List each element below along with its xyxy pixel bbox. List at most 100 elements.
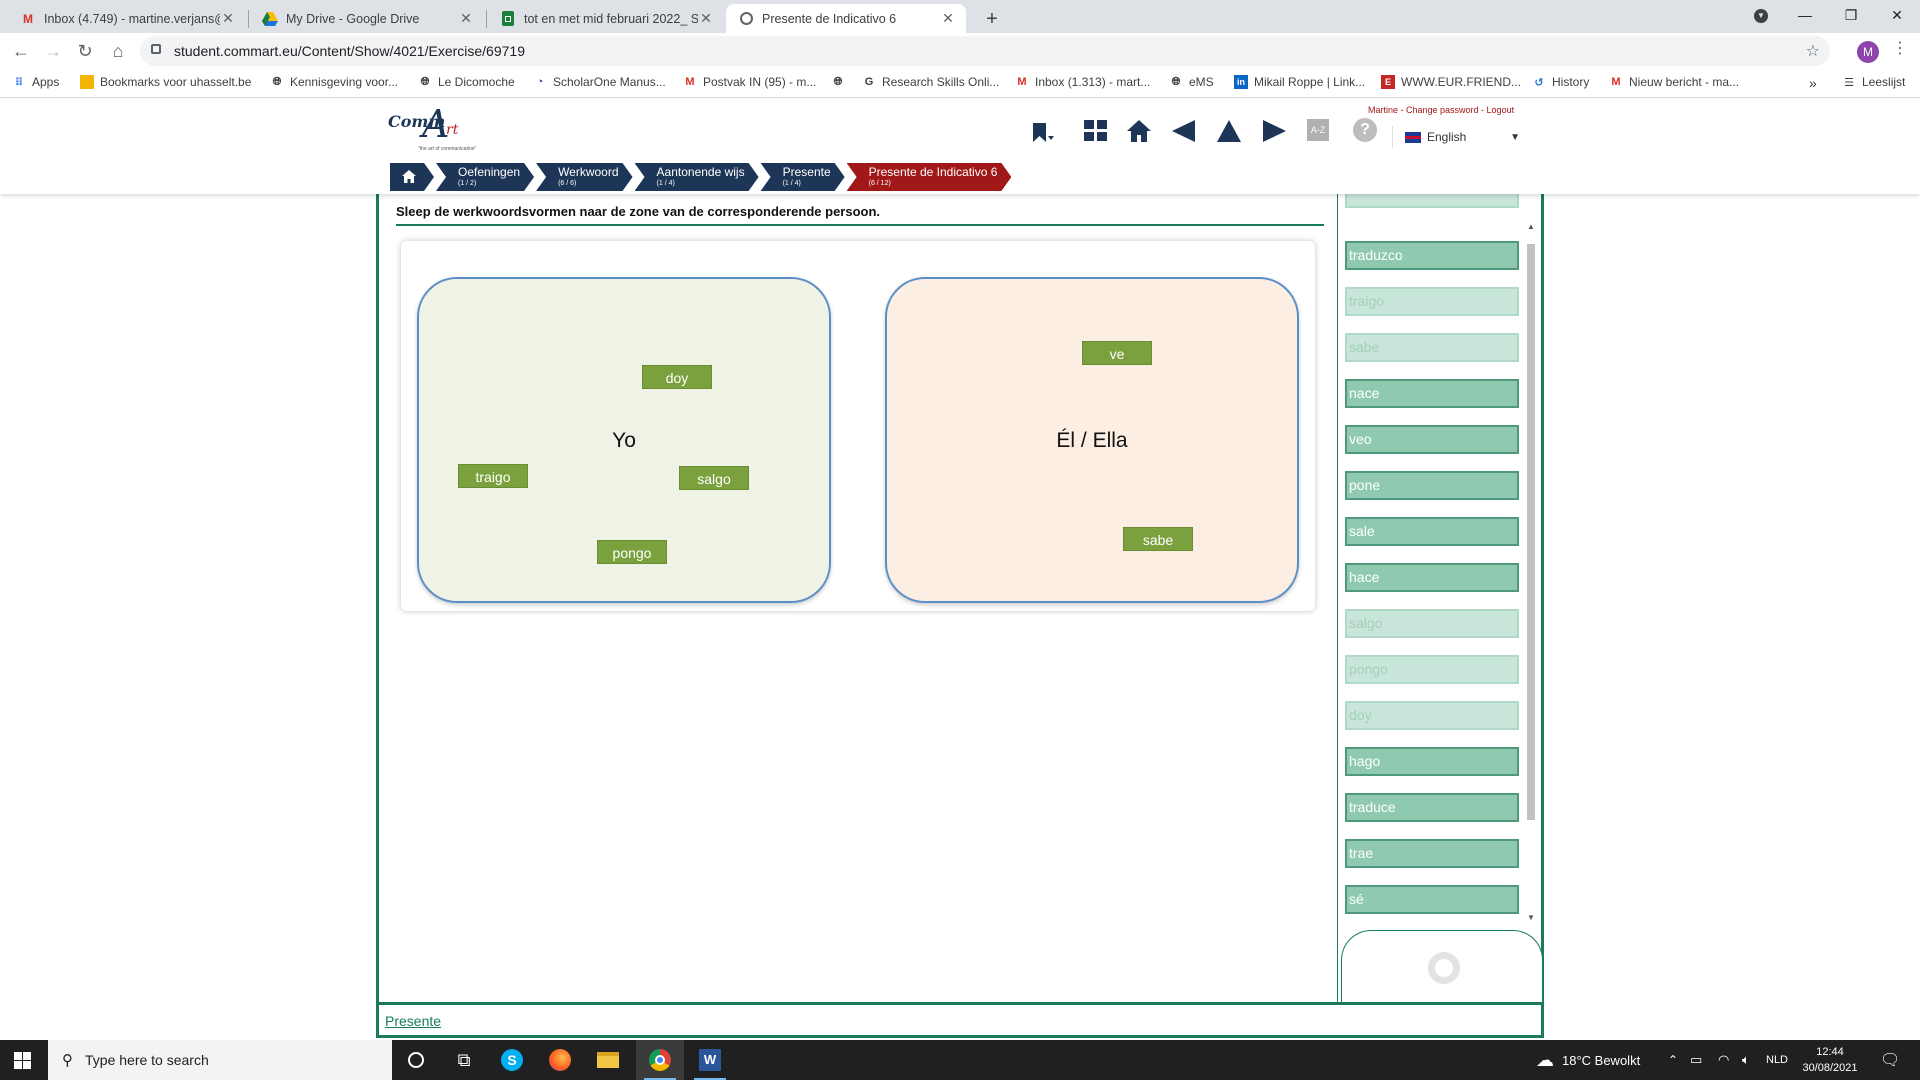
overview-grid-icon[interactable] [1080, 115, 1112, 147]
bookmark-eur-friend[interactable]: E WWW.EUR.FRIEND... [1381, 75, 1521, 89]
bookmark-folder[interactable]: Bookmarks voor uhasselt.be [80, 75, 251, 89]
language-select[interactable]: English ▼ [1392, 126, 1526, 148]
bookmark-research-skills[interactable]: G Research Skills Onli... [862, 75, 1000, 89]
taskbar-search-input[interactable]: ⚲ Type here to search [48, 1040, 392, 1080]
tab-search-button[interactable]: ▼ [1738, 0, 1784, 33]
reload-button[interactable]: ↻ [70, 36, 100, 66]
commart-logo[interactable]: Comm A rt "the art of communication" [388, 102, 508, 156]
breadcrumb-aantonende-wijs[interactable]: Aantonende wijs (1 / 4) [635, 163, 759, 191]
tab-presente-de-indicativo[interactable]: Presente de Indicativo 6 ✕ [726, 4, 966, 33]
word-bank-item[interactable]: pone [1345, 471, 1519, 500]
bookmark-apps[interactable]: ⠿ Apps [12, 75, 60, 89]
close-icon[interactable]: ✕ [220, 10, 236, 27]
battery-icon[interactable]: ▭ [1690, 1040, 1702, 1080]
chrome-icon[interactable] [636, 1040, 684, 1080]
scroll-up-arrow-icon[interactable]: ▲ [1526, 222, 1536, 231]
minimize-button[interactable]: — [1782, 0, 1828, 33]
help-icon[interactable]: ? [1353, 118, 1377, 142]
scroll-down-arrow-icon[interactable]: ▼ [1526, 913, 1536, 922]
restore-button[interactable]: ❐ [1828, 0, 1874, 33]
breadcrumb-current[interactable]: Presente de Indicativo 6 (6 / 12) [847, 163, 1012, 191]
placed-word-chip[interactable]: sabe [1123, 527, 1193, 551]
word-bank-item[interactable]: doy [1345, 701, 1519, 730]
word-bank-item[interactable]: salgo [1345, 609, 1519, 638]
breadcrumb-oefeningen[interactable]: Oefeningen (1 / 2) [436, 163, 534, 191]
breadcrumb-presente[interactable]: Presente (1 / 4) [761, 163, 845, 191]
word-bank-item[interactable]: hace [1345, 563, 1519, 592]
placed-word-chip[interactable]: ve [1082, 341, 1152, 365]
reading-list-button[interactable]: ☰ Leeslijst [1842, 75, 1905, 89]
back-button[interactable]: ← [6, 36, 36, 66]
word-bank-item[interactable]: sabe [1345, 333, 1519, 362]
placed-word-chip[interactable]: salgo [679, 466, 749, 490]
next-arrow-icon[interactable] [1258, 115, 1290, 147]
tab-google-drive[interactable]: My Drive - Google Drive ✕ [250, 4, 484, 33]
home-icon[interactable] [1123, 115, 1155, 147]
word-bank-item[interactable]: veo [1345, 425, 1519, 454]
word-icon[interactable]: W [686, 1040, 734, 1080]
placed-word-chip[interactable]: doy [642, 365, 712, 389]
cortana-icon[interactable] [392, 1040, 440, 1080]
word-bank-item[interactable]: trae [1345, 839, 1519, 868]
tab-spreadsheet[interactable]: tot en met mid februari 2022_ Sc ✕ [488, 4, 724, 33]
breadcrumb-home[interactable] [390, 163, 434, 191]
home-button[interactable]: ⌂ [103, 36, 133, 66]
bookmark-globe[interactable]: 🌐︎ [831, 75, 851, 89]
close-icon[interactable]: ✕ [698, 10, 714, 27]
bookmark-nieuw-bericht[interactable]: M Nieuw bericht - ma... [1609, 75, 1739, 89]
bookmarks-overflow-button[interactable]: » [1809, 75, 1817, 91]
previous-arrow-icon[interactable] [1168, 115, 1200, 147]
profile-avatar[interactable]: M [1857, 41, 1879, 63]
windows-start-icon[interactable] [14, 1052, 31, 1069]
word-bank-scrollbar[interactable]: ▲ ▼ [1526, 222, 1536, 922]
bookmark-inbox[interactable]: M Inbox (1.313) - mart... [1015, 75, 1150, 89]
notifications-icon[interactable]: 🗨︎ [1880, 1040, 1900, 1080]
bookmark-scholarone[interactable]: ◔ ScholarOne Manus... [533, 75, 666, 89]
task-view-icon[interactable]: ⧉ [440, 1040, 488, 1080]
input-language[interactable]: NLD [1766, 1040, 1788, 1080]
close-icon[interactable]: ✕ [940, 10, 956, 27]
word-bank-item[interactable]: nace [1345, 379, 1519, 408]
bookmark-linkedin[interactable]: in Mikail Roppe | Link... [1234, 75, 1365, 89]
skype-icon[interactable]: S [488, 1040, 536, 1080]
bookmark-star-icon[interactable]: ☆ [1806, 41, 1820, 61]
bookmark-ems[interactable]: 🌐︎ eMS [1169, 75, 1214, 89]
bookmark-postvak[interactable]: M Postvak IN (95) - m... [683, 75, 816, 89]
word-bank-item[interactable]: sale [1345, 517, 1519, 546]
file-explorer-icon[interactable] [584, 1040, 632, 1080]
wifi-icon[interactable]: ◠ [1718, 1040, 1729, 1080]
word-bank-item[interactable]: sé [1345, 885, 1519, 914]
firefox-icon[interactable] [536, 1040, 584, 1080]
close-icon[interactable]: ✕ [458, 10, 474, 27]
bookmark-history[interactable]: ↺ History [1532, 75, 1589, 89]
word-bank-item[interactable]: traigo [1345, 287, 1519, 316]
bookmark-label: Kennisgeving voor... [290, 75, 399, 89]
placed-word-chip[interactable]: pongo [597, 540, 667, 564]
bookmark-dicomoche[interactable]: 🌐︎ Le Dicomoche [418, 75, 515, 89]
bookmark-icon[interactable] [1026, 117, 1058, 149]
presente-link[interactable]: Presente [385, 1013, 441, 1029]
bookmark-kennisgeving[interactable]: 🌐︎ Kennisgeving voor... [270, 75, 398, 89]
tray-chevron-up-icon[interactable]: ⌃ [1668, 1040, 1678, 1080]
window-close-button[interactable]: ✕ [1874, 0, 1920, 33]
scrollbar-thumb[interactable] [1527, 244, 1535, 820]
taskbar-clock[interactable]: 12:44 30/08/2021 [1800, 1044, 1860, 1076]
drop-zone-yo[interactable]: Yo doy traigo salgo pongo [417, 277, 831, 603]
breadcrumb-werkwoord[interactable]: Werkwoord (6 / 6) [536, 163, 632, 191]
glossary-az-icon[interactable]: A-Z [1307, 119, 1329, 141]
forward-button[interactable]: → [38, 36, 68, 66]
word-bank-item[interactable]: traduce [1345, 793, 1519, 822]
placed-word-chip[interactable]: traigo [458, 464, 528, 488]
tab-gmail-inbox[interactable]: M Inbox (4.749) - martine.verjans@ ✕ [8, 4, 246, 33]
word-bank-item[interactable]: traduzco [1345, 241, 1519, 270]
user-links[interactable]: Martine - Change password - Logout [1368, 105, 1514, 115]
browser-menu-icon[interactable]: ⋮ [1892, 38, 1908, 58]
weather-widget[interactable]: ☁ 18°C Bewolkt [1536, 1040, 1640, 1080]
word-bank-item[interactable]: pongo [1345, 655, 1519, 684]
volume-icon[interactable]: 🔈︎ [1742, 1040, 1750, 1080]
new-tab-button[interactable]: + [978, 5, 1006, 33]
up-arrow-icon[interactable] [1213, 115, 1245, 147]
address-bar[interactable]: student.commart.eu/Content/Show/4021/Exe… [140, 36, 1830, 66]
drop-zone-el-ella[interactable]: Él / Ella ve sabe [885, 277, 1299, 603]
word-bank-item[interactable]: hago [1345, 747, 1519, 776]
